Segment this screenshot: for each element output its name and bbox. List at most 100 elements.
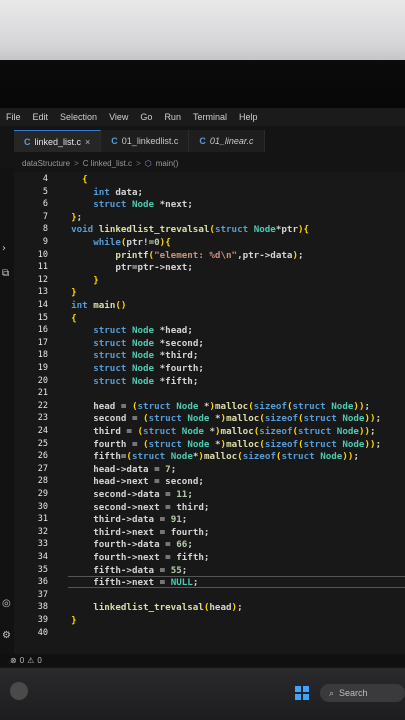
- menu-selection[interactable]: Selection: [54, 112, 103, 122]
- account-icon[interactable]: ◎: [2, 598, 11, 609]
- tab-01-linear[interactable]: C 01_linear.c: [189, 130, 265, 152]
- search-icon: ⌕: [329, 687, 335, 698]
- tab-label: 01_linear.c: [209, 136, 254, 146]
- gear-icon[interactable]: ⚙: [2, 630, 11, 641]
- line-text: ptr=ptr->next;: [115, 262, 193, 274]
- menu-bar: File Edit Selection View Go Run Terminal…: [0, 108, 405, 126]
- editor-tabs: C linked_list.c × C 01_linkedlist.c C 01…: [14, 130, 405, 152]
- line-text: struct Node *third;: [93, 350, 199, 362]
- line-text: }: [93, 274, 99, 286]
- line-number: 19: [37, 363, 48, 373]
- breadcrumb-folder[interactable]: dataStructure: [22, 159, 70, 168]
- taskbar-search[interactable]: ⌕ Search: [320, 684, 405, 702]
- line-text: struct Node *head;: [93, 325, 193, 337]
- menu-view[interactable]: View: [103, 112, 134, 122]
- line-number: 8: [42, 224, 48, 235]
- line-number: 31: [37, 514, 48, 525]
- menu-edit[interactable]: Edit: [27, 112, 55, 122]
- line-text: };: [71, 211, 83, 223]
- line-text: fourth = (struct Node *)malloc(sizeof(st…: [93, 438, 382, 450]
- line-number: 27: [37, 463, 48, 474]
- line-text: second->next = third;: [93, 501, 210, 513]
- line-number: 38: [37, 602, 48, 613]
- status-bar: ⊗ 0 ⚠ 0: [0, 654, 405, 666]
- menu-run[interactable]: Run: [158, 112, 187, 122]
- vscode-window: File Edit Selection View Go Run Terminal…: [0, 108, 405, 668]
- tab-01-linkedlist[interactable]: C 01_linkedlist.c: [101, 130, 190, 152]
- line-number: 34: [37, 552, 48, 562]
- line-text: second->data = 11;: [93, 489, 193, 500]
- line-number: 26: [37, 451, 48, 462]
- line-number: 33: [37, 539, 48, 550]
- line-text: fifth->next = NULL;: [93, 577, 199, 589]
- breadcrumb-file[interactable]: C linked_list.c: [83, 159, 132, 168]
- breadcrumb: dataStructure > C linked_list.c > ⬡ main…: [22, 156, 178, 170]
- menu-help[interactable]: Help: [233, 112, 264, 122]
- line-number: 17: [37, 337, 48, 348]
- line-text: struct Node *fourth;: [93, 363, 204, 374]
- line-text: struct Node *second;: [93, 337, 204, 349]
- c-file-icon: C: [24, 136, 31, 147]
- error-count: 0: [19, 655, 25, 665]
- line-number: 4: [42, 174, 48, 184]
- line-number: 5: [42, 186, 48, 197]
- warning-count: 0: [37, 655, 42, 665]
- search-label: Search: [339, 688, 368, 698]
- line-number: 14: [37, 300, 48, 310]
- line-text: int main(): [71, 300, 127, 311]
- line-number: 6: [42, 199, 48, 210]
- line-text: fourth->data = 66;: [93, 539, 193, 551]
- close-icon[interactable]: ×: [85, 137, 90, 147]
- line-number: 18: [37, 350, 48, 361]
- code-line[interactable]: 40: [14, 628, 405, 642]
- line-number: 16: [37, 325, 48, 336]
- line-number: 15: [37, 312, 48, 323]
- extensions-icon[interactable]: ⧉: [2, 268, 9, 279]
- line-number: 9: [42, 237, 48, 247]
- code-editor[interactable]: 4 {5 int data; 6 struct Node *next; 7 }; 8 …: [14, 172, 405, 658]
- line-number: 30: [37, 501, 48, 512]
- line-number: 29: [37, 489, 48, 499]
- line-text: fifth=(struct Node*)malloc(sizeof(struct…: [93, 451, 359, 463]
- line-text: int data;: [93, 186, 144, 198]
- line-number: 37: [37, 589, 48, 600]
- breadcrumb-symbol[interactable]: main(): [156, 159, 179, 168]
- line-text: head->next = second;: [93, 476, 204, 488]
- line-text: second = (struct Node *)malloc(sizeof(st…: [93, 413, 382, 425]
- line-text: {: [71, 312, 77, 324]
- tab-label: 01_linkedlist.c: [121, 136, 179, 146]
- line-text: linkedlist_trevalsal(head);: [93, 602, 243, 614]
- menu-terminal[interactable]: Terminal: [187, 112, 233, 122]
- line-text: }: [71, 287, 77, 299]
- run-icon[interactable]: ›: [2, 243, 6, 254]
- windows-start-icon[interactable]: [295, 686, 309, 700]
- widget-icon[interactable]: [10, 682, 28, 700]
- cube-icon: ⬡: [144, 158, 152, 168]
- line-text: fifth->data = 55;: [93, 564, 188, 576]
- activity-bar: › ⧉ ◎ ⚙: [0, 168, 14, 658]
- line-number: 7: [42, 211, 48, 222]
- error-icon[interactable]: ⊗: [10, 656, 17, 665]
- tab-label: linked_list.c: [34, 136, 82, 147]
- chevron-right-icon: >: [74, 158, 79, 168]
- line-text: head = (struct Node *)malloc(sizeof(stru…: [93, 400, 371, 412]
- line-number: 40: [37, 627, 48, 638]
- c-file-icon: C: [111, 136, 118, 146]
- monitor-bezel: [0, 60, 405, 110]
- line-number: 39: [37, 615, 48, 625]
- chevron-right-icon: >: [136, 158, 141, 168]
- warning-icon[interactable]: ⚠: [27, 656, 34, 665]
- line-number: 32: [37, 526, 48, 537]
- menu-file[interactable]: File: [0, 112, 27, 122]
- line-text: printf("element: %d\n",ptr->data);: [115, 249, 304, 261]
- tab-linked-list[interactable]: C linked_list.c ×: [14, 130, 102, 152]
- line-text: third->data = 91;: [93, 514, 188, 526]
- line-number: 12: [37, 274, 48, 285]
- line-number: 20: [37, 375, 48, 386]
- line-number: 25: [37, 438, 48, 449]
- menu-go[interactable]: Go: [134, 112, 158, 122]
- line-number: 35: [37, 564, 48, 575]
- c-file-icon: C: [199, 136, 206, 146]
- taskbar: ⌕ Search: [0, 668, 405, 720]
- line-number: 36: [37, 577, 48, 588]
